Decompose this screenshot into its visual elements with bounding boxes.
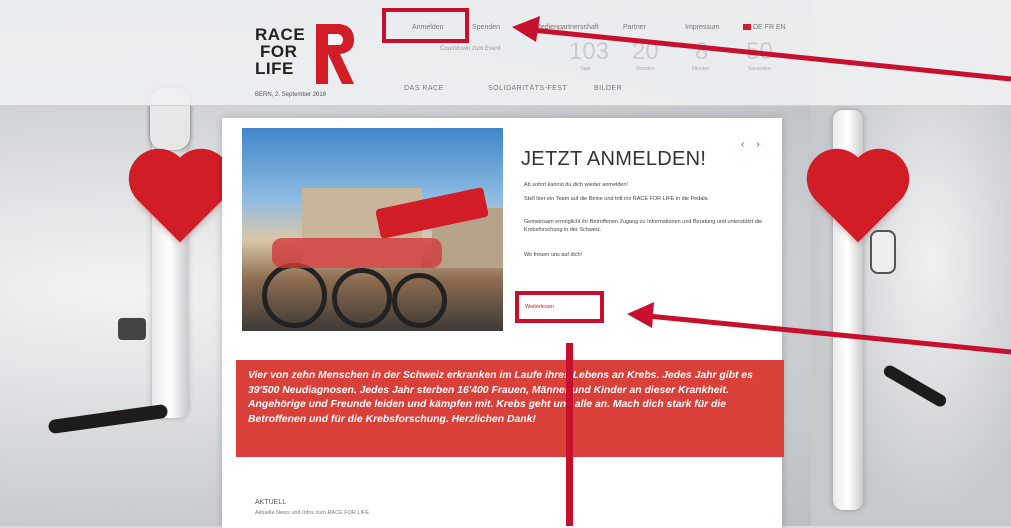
countdown-unit-minutes: Minuten bbox=[692, 66, 710, 72]
slide-text-1: Ab sofort kannst du dich wieder anmelden… bbox=[524, 182, 628, 188]
annotation-box-anmelden bbox=[382, 8, 469, 43]
slide-text-4: Wir freuen uns auf dich! bbox=[524, 252, 583, 258]
nav-impressum[interactable]: Impressum bbox=[685, 24, 720, 31]
nav-bilder[interactable]: BILDER bbox=[594, 85, 622, 92]
logo-line-for: FOR bbox=[260, 42, 298, 61]
swiss-flag-icon bbox=[743, 24, 751, 31]
countdown-unit-seconds: Sekunden bbox=[748, 66, 771, 72]
photo-rider bbox=[332, 268, 392, 328]
slide-photo bbox=[242, 128, 503, 331]
photo-rider bbox=[262, 263, 327, 328]
slide-text-2: Stell hier ein Team auf die Beine und tr… bbox=[524, 196, 710, 202]
site-header: RACE FOR LIFE BERN, 2. September 2018 An… bbox=[0, 0, 1011, 106]
logo-wordmark[interactable]: RACE FOR LIFE bbox=[255, 26, 315, 77]
slide-text-3: Gemeinsam ermöglicht ihr Betroffenen Zug… bbox=[524, 219, 763, 233]
nav-solidaritaets-fest[interactable]: SOLIDARITÄTS-FEST bbox=[488, 85, 567, 92]
nav-partner[interactable]: Partner bbox=[623, 24, 646, 31]
annotation-line bbox=[566, 343, 573, 526]
lang-codes: DE FR EN bbox=[753, 24, 786, 31]
logo-line-life: LIFE bbox=[255, 59, 294, 78]
countdown-hours: 20 bbox=[632, 38, 659, 65]
logo-line-race: RACE bbox=[255, 25, 306, 44]
countdown-unit-days: Tage bbox=[580, 66, 591, 72]
nav-medienpartnerschaft[interactable]: Medienpartnerschaft bbox=[535, 24, 599, 31]
slide-headline: JETZT ANMELDEN! bbox=[521, 148, 707, 170]
countdown-label: Countdown zum Event bbox=[440, 46, 501, 52]
slider-prev-icon[interactable]: ‹ bbox=[741, 139, 744, 150]
facts-banner: Vier von zehn Menschen in der Schweiz er… bbox=[236, 360, 784, 457]
countdown-seconds: 50 bbox=[746, 38, 773, 65]
news-subtitle: Aktuelle News und Infos zum RACE FOR LIF… bbox=[255, 510, 370, 516]
slider-next-icon[interactable]: › bbox=[756, 139, 759, 150]
news-title: AKTUELL bbox=[255, 499, 287, 506]
logo-r-icon[interactable] bbox=[310, 18, 358, 88]
nav-spenden[interactable]: Spenden bbox=[472, 24, 500, 31]
nav-das-race[interactable]: DAS RACE bbox=[404, 85, 444, 92]
photo-riders-jerseys bbox=[272, 238, 442, 268]
photo-rider bbox=[392, 273, 447, 328]
countdown-minutes: 8 bbox=[695, 38, 709, 65]
annotation-box-weiterlesen bbox=[515, 291, 604, 323]
crank-left bbox=[118, 318, 146, 340]
slider-arrows: ‹ › bbox=[741, 139, 772, 150]
crank-right bbox=[870, 230, 896, 274]
countdown-days: 103 bbox=[569, 38, 610, 65]
language-switcher[interactable]: DE FR EN bbox=[743, 24, 786, 31]
event-date: BERN, 2. September 2018 bbox=[255, 92, 327, 98]
countdown-unit-hours: Stunden bbox=[636, 66, 655, 72]
